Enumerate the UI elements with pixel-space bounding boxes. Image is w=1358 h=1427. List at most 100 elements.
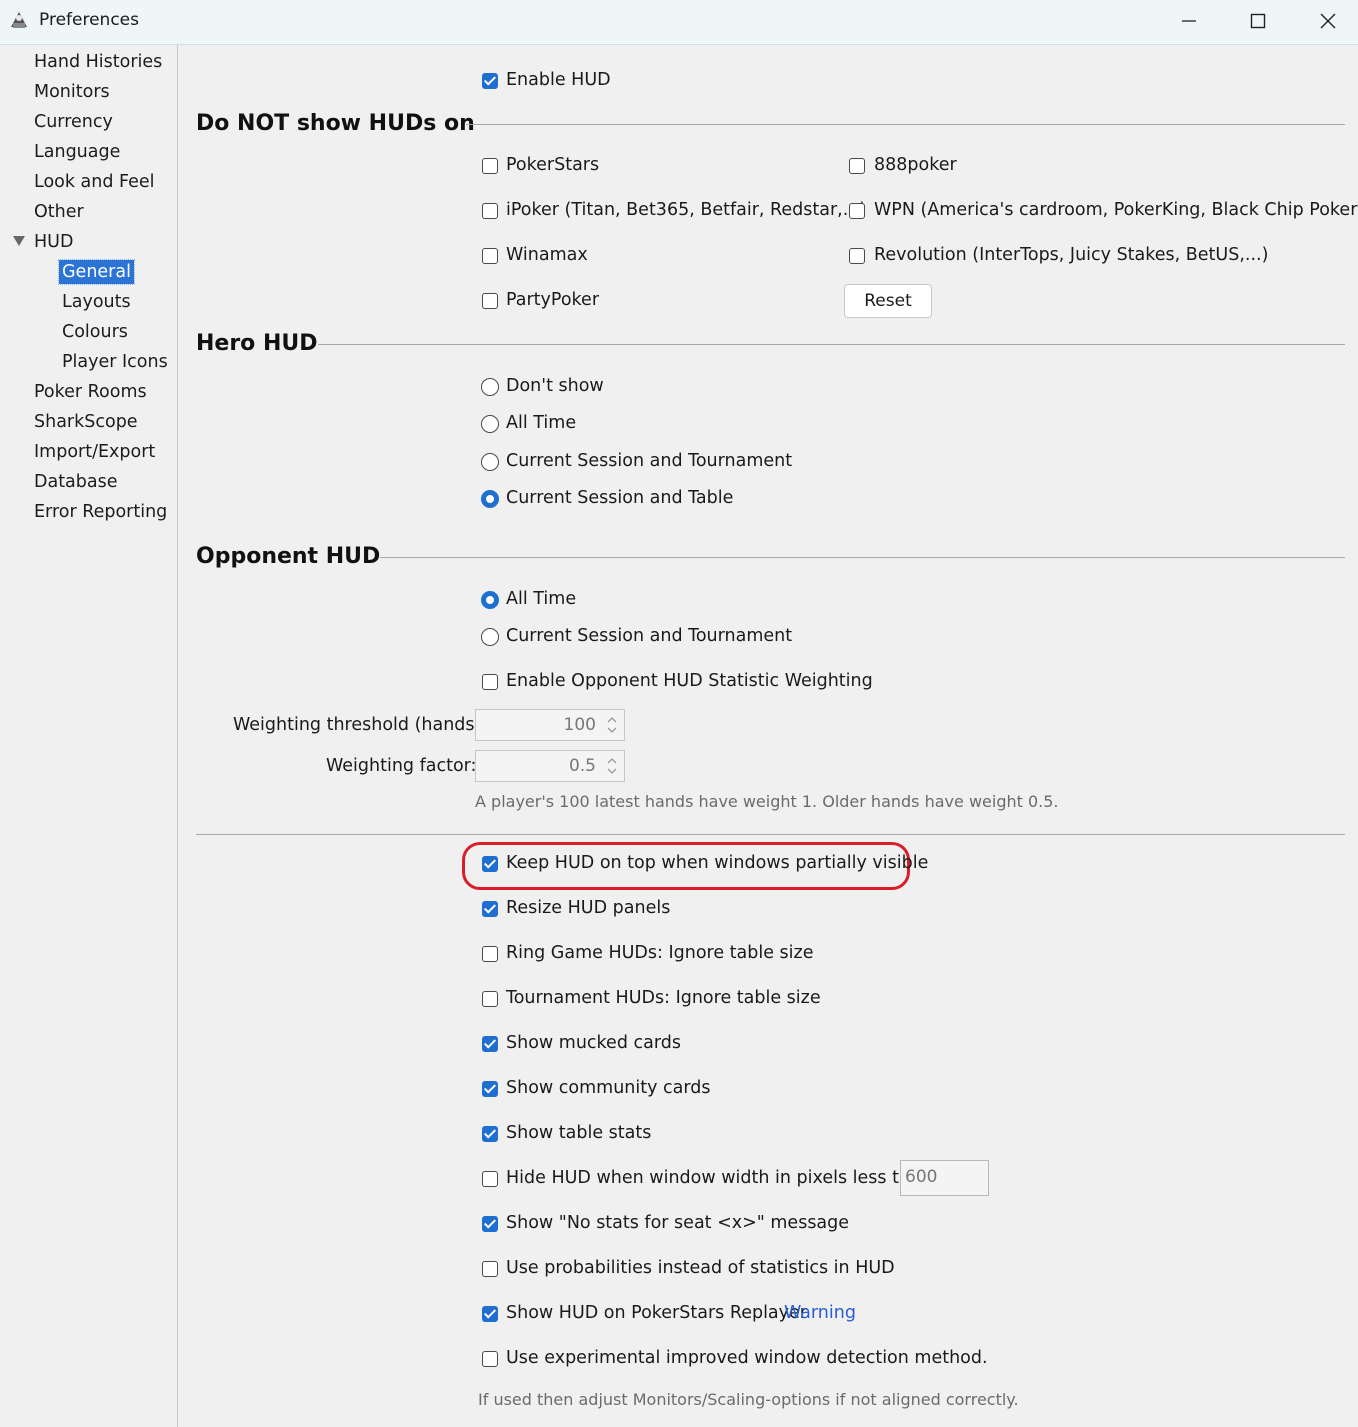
hide-hud-width-label: Hide HUD when window width in pixels les…	[506, 1168, 932, 1188]
keep-hud-on-top-checkbox[interactable]	[482, 856, 498, 872]
opponent-all-time-radio[interactable]	[481, 591, 499, 609]
hero-all-time-label: All Time	[506, 413, 577, 433]
pokerstars-replayer-checkbox[interactable]	[482, 1306, 498, 1322]
wpn-checkbox[interactable]	[849, 203, 865, 219]
tree-item-look-and-feel[interactable]: Look and Feel	[34, 170, 155, 194]
hide-hud-width-input[interactable]: 600	[900, 1160, 989, 1196]
hero-dont-show-radio[interactable]	[481, 378, 499, 396]
detection-hint: If used then adjust Monitors/Scaling-opt…	[478, 1390, 1019, 1409]
winamax-checkbox[interactable]	[482, 248, 498, 264]
winamax-label: Winamax	[506, 245, 588, 265]
weighting-threshold-value: 100	[563, 715, 596, 735]
888poker-label: 888poker	[874, 155, 957, 175]
wpn-label: WPN (America's cardroom, PokerKing, Blac…	[874, 200, 1358, 220]
show-table-stats-label: Show table stats	[506, 1123, 652, 1143]
show-community-cards-label: Show community cards	[506, 1078, 711, 1098]
hide-hud-width-checkbox[interactable]	[482, 1171, 498, 1187]
pokerstars-replayer-label: Show HUD on PokerStars Replayer	[506, 1303, 807, 1323]
section-divider	[196, 834, 1345, 835]
ipoker-checkbox[interactable]	[482, 203, 498, 219]
pokerstars-label: PokerStars	[506, 155, 600, 175]
weighting-factor-label: Weighting factor:	[326, 756, 477, 776]
tree-item-error-reporting[interactable]: Error Reporting	[34, 500, 167, 524]
revolution-checkbox[interactable]	[849, 248, 865, 264]
hero-dont-show-label: Don't show	[506, 376, 604, 396]
show-table-stats-checkbox[interactable]	[482, 1126, 498, 1142]
tree-item-import-export[interactable]: Import/Export	[34, 440, 155, 464]
revolution-label: Revolution (InterTops, Juicy Stakes, Bet…	[874, 245, 1269, 265]
close-icon	[1320, 13, 1336, 29]
opponent-session-tournament-radio[interactable]	[481, 628, 499, 646]
experimental-detection-label: Use experimental improved window detecti…	[506, 1348, 988, 1368]
hero-session-tournament-label: Current Session and Tournament	[506, 451, 793, 471]
enable-hud-checkbox[interactable]	[482, 73, 498, 89]
maximize-icon	[1250, 13, 1266, 29]
minimize-icon	[1182, 20, 1196, 22]
no-stats-message-checkbox[interactable]	[482, 1216, 498, 1232]
tree-item-database[interactable]: Database	[34, 470, 118, 494]
show-mucked-cards-label: Show mucked cards	[506, 1033, 681, 1053]
tree-item-language[interactable]: Language	[34, 140, 120, 164]
use-probabilities-label: Use probabilities instead of statistics …	[506, 1258, 895, 1278]
maximize-button[interactable]	[1235, 4, 1281, 38]
use-probabilities-checkbox[interactable]	[482, 1261, 498, 1277]
hero-all-time-radio[interactable]	[481, 415, 499, 433]
spinner-arrows-icon[interactable]	[604, 713, 620, 737]
tree-item-layouts[interactable]: Layouts	[62, 290, 131, 314]
weighting-factor-spinner[interactable]: 0.5	[475, 750, 625, 782]
weighting-threshold-spinner[interactable]: 100	[475, 709, 625, 741]
tree-item-general[interactable]: General	[58, 259, 135, 285]
keep-hud-on-top-label: Keep HUD on top when windows partially v…	[506, 853, 929, 873]
app-icon	[11, 12, 27, 28]
ring-game-ignore-size-label: Ring Game HUDs: Ignore table size	[506, 943, 814, 963]
section-divider	[318, 344, 1345, 345]
hero-session-table-label: Current Session and Table	[506, 488, 734, 508]
tree-item-monitors[interactable]: Monitors	[34, 80, 110, 104]
888poker-checkbox[interactable]	[849, 158, 865, 174]
opponent-all-time-label: All Time	[506, 589, 577, 609]
tree-item-hand-histories[interactable]: Hand Histories	[34, 50, 162, 74]
resize-hud-panels-label: Resize HUD panels	[506, 898, 671, 918]
partypoker-label: PartyPoker	[506, 290, 600, 310]
close-button[interactable]	[1305, 4, 1351, 38]
experimental-detection-checkbox[interactable]	[482, 1351, 498, 1367]
no-stats-message-label: Show "No stats for seat <x>" message	[506, 1213, 850, 1233]
hero-session-tournament-radio[interactable]	[481, 453, 499, 471]
window-title: Preferences	[39, 10, 139, 30]
tree-item-poker-rooms[interactable]: Poker Rooms	[34, 380, 147, 404]
show-community-cards-checkbox[interactable]	[482, 1081, 498, 1097]
opponent-session-tournament-label: Current Session and Tournament	[506, 626, 793, 646]
statistic-weighting-label: Enable Opponent HUD Statistic Weighting	[506, 671, 873, 691]
replayer-warning-link[interactable]: Warning	[784, 1303, 856, 1323]
section-divider	[466, 124, 1345, 125]
reset-button[interactable]: Reset	[844, 284, 932, 318]
resize-hud-panels-checkbox[interactable]	[482, 901, 498, 917]
tree-item-player-icons[interactable]: Player Icons	[62, 350, 168, 374]
pokerstars-checkbox[interactable]	[482, 158, 498, 174]
opponent-hud-title: Opponent HUD	[196, 544, 381, 569]
spinner-arrows-icon[interactable]	[604, 754, 620, 778]
weighting-threshold-label: Weighting threshold (hands):	[233, 715, 488, 735]
partypoker-checkbox[interactable]	[482, 293, 498, 309]
tournament-ignore-size-checkbox[interactable]	[482, 991, 498, 1007]
preferences-tree: Hand Histories Monitors Currency Languag…	[0, 45, 178, 1427]
hero-hud-title: Hero HUD	[196, 331, 318, 356]
tree-item-other[interactable]: Other	[34, 200, 84, 224]
tree-item-colours[interactable]: Colours	[62, 320, 128, 344]
statistic-weighting-checkbox[interactable]	[482, 674, 498, 690]
expand-triangle-icon[interactable]	[12, 234, 26, 248]
weighting-hint: A player's 100 latest hands have weight …	[475, 792, 1059, 811]
tree-item-currency[interactable]: Currency	[34, 110, 113, 134]
ring-game-ignore-size-checkbox[interactable]	[482, 946, 498, 962]
exclude-rooms-title: Do NOT show HUDs on	[196, 111, 475, 136]
ipoker-label: iPoker (Titan, Bet365, Betfair, Redstar,…	[506, 200, 867, 220]
hud-general-panel: Enable HUD Do NOT show HUDs on PokerStar…	[178, 45, 1358, 1427]
tournament-ignore-size-label: Tournament HUDs: Ignore table size	[506, 988, 821, 1008]
tree-item-hud[interactable]: HUD	[34, 230, 73, 254]
title-bar: Preferences	[0, 0, 1358, 45]
minimize-button[interactable]	[1166, 4, 1212, 38]
tree-item-sharkscope[interactable]: SharkScope	[34, 410, 138, 434]
hero-session-table-radio[interactable]	[481, 490, 499, 508]
show-mucked-cards-checkbox[interactable]	[482, 1036, 498, 1052]
section-divider	[380, 557, 1345, 558]
